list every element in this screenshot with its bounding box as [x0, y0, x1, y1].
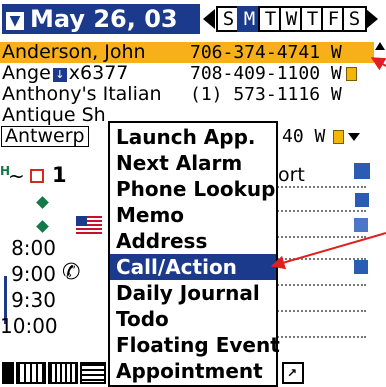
menu-item-memo[interactable]: Memo — [110, 202, 276, 228]
contact-number: (1) 573-1116 W — [190, 84, 342, 105]
event-diamond-icon — [36, 220, 49, 233]
divider — [270, 186, 366, 188]
date-header: ▼ May 26, 03 S M T W T F S — [0, 0, 386, 38]
event-text: ort — [278, 164, 305, 186]
date-label: May 26, 03 — [30, 5, 178, 33]
next-week-icon[interactable] — [366, 9, 378, 29]
scroll-up-icon[interactable] — [375, 42, 385, 50]
time-slot-label: 8:00 — [11, 236, 56, 260]
phone-row[interactable]: Anderson, John 706-374-4741 W — [0, 42, 374, 63]
contact-name: Anderson, John — [2, 41, 146, 63]
link-icon — [355, 193, 369, 207]
contact-name: Antwerp — [1, 126, 89, 147]
contact-number: 706-374-4741 W — [190, 42, 342, 63]
expand-icon[interactable]: ↗ — [282, 362, 304, 384]
time-slot-label: 9:30 — [11, 288, 56, 312]
menu-item-appointment[interactable]: Appointment — [110, 358, 276, 384]
menu-item-next-alarm[interactable]: Next Alarm — [110, 150, 276, 176]
contact-name: Antique Sh — [2, 104, 106, 126]
phone-icon: ✆ — [62, 260, 81, 285]
divider — [270, 236, 366, 238]
note-icon — [346, 67, 357, 81]
time-slot-label: 10:00 — [0, 314, 58, 338]
divider — [270, 284, 366, 286]
weekday-sat[interactable]: S — [342, 6, 367, 32]
list-scrollbar[interactable] — [375, 40, 386, 150]
note-icon — [333, 130, 344, 144]
group-icon — [354, 218, 368, 232]
dropdown-arrow-icon: ▼ — [6, 12, 24, 30]
contact-number: 40 W — [282, 126, 326, 147]
menu-item-daily-journal[interactable]: Daily Journal — [110, 280, 276, 306]
download-icon: ↓ — [52, 68, 67, 82]
divider — [270, 336, 366, 338]
list-view-button[interactable] — [80, 362, 106, 384]
previous-week-icon[interactable] — [203, 9, 215, 29]
checkbox-icon[interactable] — [30, 169, 44, 183]
week-view-button[interactable] — [16, 362, 46, 384]
phone-row[interactable]: Anthony's Italian (1) 573-1116 W — [0, 83, 386, 106]
event-count: 1 — [52, 163, 67, 187]
event-diamond-icon — [36, 196, 49, 209]
date-selector-button[interactable]: ▼ May 26, 03 — [2, 4, 200, 34]
menu-item-launch-app[interactable]: Launch App. — [110, 124, 276, 150]
menu-item-floating-event[interactable]: Floating Event — [110, 332, 280, 358]
phone-row[interactable]: Ange ↓ x6377 708-409-1100 W — [0, 63, 386, 84]
divider — [270, 258, 366, 260]
menu-item-phone-lookup[interactable]: Phone Lookup — [110, 176, 276, 202]
event-icon — [354, 163, 370, 179]
menu-item-address[interactable]: Address — [110, 228, 276, 254]
day-view-button[interactable] — [2, 362, 14, 384]
popup-menu: Launch App. Next Alarm Phone Lookup Memo… — [108, 121, 280, 387]
time-slot-label: 9:00 — [11, 262, 56, 286]
contact-name: Anthony's Italian — [2, 83, 162, 105]
contact-name: Ange — [2, 62, 51, 84]
month-view-button[interactable] — [48, 362, 78, 384]
flag-icon — [76, 216, 102, 234]
menu-item-call-action[interactable]: Call/Action — [110, 254, 276, 280]
scroll-down-icon[interactable] — [348, 133, 360, 141]
divider — [270, 210, 366, 212]
divider — [270, 310, 366, 312]
repeat-icon: ~ — [8, 164, 25, 188]
menu-item-todo[interactable]: Todo — [110, 306, 276, 332]
link-icon — [354, 260, 368, 274]
contact-number: 708-409-1100 W — [190, 63, 342, 84]
contact-extension: x6377 — [68, 62, 129, 84]
